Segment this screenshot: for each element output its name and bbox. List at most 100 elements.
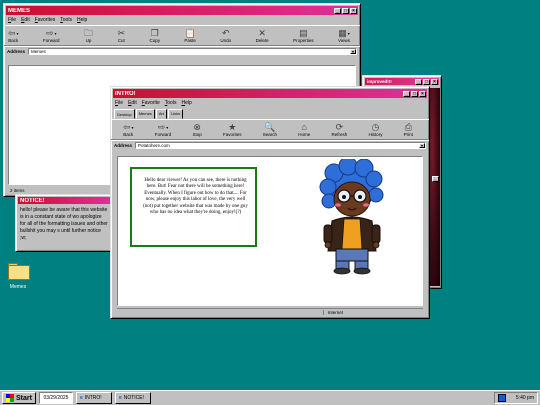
network-icon[interactable] — [498, 394, 506, 402]
toolbar-copy-button[interactable]: ❐ Copy — [149, 28, 160, 43]
toolbar-delete-button[interactable]: ✕ Delete — [256, 28, 269, 43]
menu-file[interactable]: File — [8, 17, 16, 23]
toolbar-print-button[interactable]: ⎙ Print — [404, 122, 413, 137]
chevron-down-icon[interactable]: ▾ — [350, 49, 356, 54]
character-illustration — [319, 159, 384, 275]
notice-titlebar[interactable]: NOTICE! — [18, 197, 112, 204]
toolbar-back-button[interactable]: ⇦ ▾ Back — [123, 122, 134, 137]
toolbar-forward-button[interactable]: ⇨ ▾ Forward — [155, 122, 172, 137]
properties-icon: ▤ — [299, 28, 308, 38]
menu-favorite[interactable]: Favorite — [142, 100, 160, 106]
menu-file[interactable]: File — [115, 100, 123, 106]
back-arrow-icon: ⇦ — [123, 122, 131, 132]
intro-menubar: File Edit Favorite Tools Help — [111, 98, 429, 108]
tab-links[interactable]: Links — [167, 109, 184, 119]
menu-favorites[interactable]: Favorites — [35, 17, 56, 23]
menu-help[interactable]: Help — [181, 100, 191, 106]
notice-title: NOTICE! — [20, 197, 45, 204]
chevron-down-icon[interactable]: ▾ — [166, 125, 168, 130]
toolbar-forward-button[interactable]: ⇨ ▾ Forward — [43, 28, 60, 43]
image-title: improved!!! — [367, 79, 392, 84]
toolbar-cut-button[interactable]: ✂ Cut — [117, 28, 125, 43]
intro-window[interactable]: INTRO! _ □ × File Edit Favorite Tools He… — [110, 86, 430, 319]
toolbar-label: Refresh — [331, 132, 348, 137]
maximize-button[interactable]: □ — [342, 7, 349, 14]
up-folder-icon: 🗀 — [83, 28, 93, 38]
taskbar-button-label: NOTICE! — [123, 395, 145, 401]
chevron-down-icon[interactable]: ▾ — [132, 125, 134, 130]
toolbar-label: Cut — [117, 38, 125, 43]
toolbar-home-button[interactable]: ⌂ Home — [298, 122, 310, 137]
toolbar-properties-button[interactable]: ▤ Properties — [293, 28, 314, 43]
chevron-down-icon[interactable]: ▾ — [17, 31, 19, 36]
intro-statusbar: Internet — [117, 308, 423, 315]
toolbar-views-button[interactable]: ▦ ▾ Views — [338, 28, 350, 43]
taskbar-date: 03/29/2025 — [38, 392, 73, 404]
scissors-icon: ✂ — [117, 28, 125, 38]
close-button[interactable]: × — [431, 78, 438, 85]
intro-content-area[interactable]: Hello dear viewer! As you can see, there… — [117, 156, 423, 306]
toolbar-up-button[interactable]: 🗀 Up — [84, 28, 93, 43]
toolbar-paste-button[interactable]: 📋 Paste — [184, 28, 196, 43]
item-count: 2 items — [10, 188, 25, 193]
history-icon: ◷ — [371, 122, 380, 132]
intro-address-input[interactable]: Potatohere.com ▾ — [135, 142, 426, 149]
menu-help[interactable]: Help — [77, 17, 87, 23]
toolbar-history-button[interactable]: ◷ History — [368, 122, 382, 137]
minimize-button[interactable]: _ — [334, 7, 341, 14]
maximize-button[interactable]: □ — [411, 90, 418, 97]
refresh-icon: ⟳ — [335, 122, 344, 132]
menu-tools[interactable]: Tools — [165, 100, 177, 106]
menu-edit[interactable]: Edit — [128, 100, 137, 106]
image-titlebar[interactable]: improved!!! _ □ × — [365, 78, 439, 85]
taskbar-button-notice[interactable]: e NOTICE! — [114, 392, 151, 404]
notice-window[interactable]: NOTICE! hello! please be aware that this… — [15, 194, 115, 252]
memes-statusbar: 2 items — [8, 187, 25, 194]
memes-titlebar[interactable]: MEMES _ □ × — [6, 6, 358, 15]
dark-artwork-image — [429, 88, 440, 286]
close-button[interactable]: × — [350, 7, 357, 14]
windows-logo-icon — [6, 394, 14, 402]
chevron-down-icon[interactable]: ▾ — [55, 31, 57, 36]
toolbar-label: Copy — [149, 38, 160, 43]
chevron-down-icon[interactable]: ▾ — [419, 143, 425, 148]
chevron-down-icon[interactable]: ▾ — [348, 31, 350, 36]
close-button[interactable]: × — [419, 90, 426, 97]
toolbar-search-button[interactable]: 🔍 Search — [263, 122, 277, 137]
toolbar-undo-button[interactable]: ↶ Undo — [220, 28, 231, 43]
toolbar-refresh-button[interactable]: ⟳ Refresh — [331, 122, 347, 137]
toolbar-favorites-button[interactable]: ★ Favorites — [223, 122, 242, 137]
system-tray: 5:40 pm — [494, 392, 538, 404]
maximize-button[interactable]: □ — [423, 78, 430, 85]
desktop-icon-memes[interactable]: Memes — [8, 263, 30, 290]
toolbar-label: Properties — [293, 38, 314, 43]
taskbar-button-intro[interactable]: e INTRO! — [75, 392, 112, 404]
image-secondary-controls: _ — [431, 176, 439, 182]
taskbar: Start 03/29/2025 e INTRO! e NOTICE! 5:40… — [0, 390, 540, 405]
minimize-button[interactable]: _ — [415, 78, 422, 85]
menu-edit[interactable]: Edit — [21, 17, 30, 23]
folder-icon — [8, 263, 30, 280]
intro-title: INTRO! — [115, 90, 136, 97]
intro-titlebar[interactable]: INTRO! _ □ × — [113, 89, 427, 98]
minimize-button[interactable]: _ — [403, 90, 410, 97]
menu-tools[interactable]: Tools — [60, 17, 72, 23]
start-button[interactable]: Start — [2, 392, 36, 404]
minimize-button[interactable]: _ — [432, 176, 439, 182]
toolbar-label: Paste — [184, 38, 196, 43]
address-label: Address — [7, 49, 26, 54]
shirt-shape — [341, 218, 363, 250]
toolbar-back-button[interactable]: ⇦ ▾ Back — [8, 28, 19, 43]
toolbar-label: Print — [403, 132, 413, 137]
memes-address-input[interactable]: Memes ▾ — [28, 48, 357, 55]
tab-art[interactable]: Art — [155, 109, 167, 119]
ie-icon: e — [118, 395, 122, 401]
toolbar-stop-button[interactable]: ⊗ Stop — [193, 122, 202, 137]
memes-toolbar: ⇦ ▾ Back ⇨ ▾ Forward 🗀 Up ✂ Cut ❐ Copy 📋 Paste ↶ Undo ✕ D… — [4, 25, 360, 46]
pants-shape — [335, 248, 369, 262]
views-icon: ▦ — [338, 28, 347, 38]
tab-desktop[interactable]: Desktop — [114, 109, 135, 119]
memes-title: MEMES — [8, 7, 31, 14]
back-arrow-icon: ⇦ — [8, 28, 16, 38]
tab-memes[interactable]: Memes — [135, 109, 155, 119]
